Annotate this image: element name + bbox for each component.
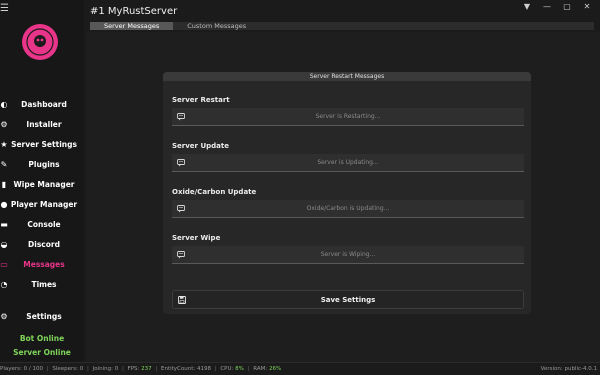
oxide-carbon-update-input-row	[172, 200, 524, 218]
sidebar-item-player-manager[interactable]: ● Player Manager	[0, 194, 84, 214]
sidebar-item-label: Installer	[26, 119, 62, 129]
sidebar-item-console[interactable]: ▬ Console	[0, 214, 84, 234]
sleepers-value: 0	[79, 366, 84, 372]
sidebar-item-label: Console	[27, 219, 61, 229]
fps-value: 237	[141, 366, 152, 372]
messages-icon: ▭	[0, 259, 8, 269]
sidebar-item-label: Wipe Manager	[13, 179, 75, 189]
tab-custom-messages[interactable]: Custom Messages	[173, 22, 260, 30]
sidebar: ☰ ◐ Dashboard ⚙ Installer ★ Server Setti…	[0, 0, 84, 362]
gear-icon: ⚙	[0, 311, 8, 321]
status-bar: Players: 0 / 100 | Sleepers: 0 | Joining…	[0, 362, 600, 375]
bot-status: Bot Online	[19, 334, 65, 343]
ram-value: 26%	[268, 366, 282, 372]
separator: |	[247, 366, 250, 372]
separator: |	[214, 366, 217, 372]
joining-label: Joining:	[92, 366, 113, 372]
sidebar-item-label: Dashboard	[21, 99, 67, 109]
sidebar-bottom: ⚙ Settings	[0, 306, 84, 326]
wipe-icon: ▮	[1, 179, 7, 189]
floppy-disk-icon	[177, 295, 187, 305]
message-icon	[176, 250, 186, 260]
version-text: Version: public-4.0.1	[540, 366, 597, 372]
entity-count-value: 4198	[196, 366, 211, 372]
entity-count-label: EntityCount:	[160, 366, 196, 372]
sidebar-item-label: Times	[31, 279, 57, 289]
server-status: Server Online	[13, 348, 71, 357]
sidebar-item-label: Messages	[23, 259, 65, 269]
ram-label: RAM:	[253, 366, 268, 372]
message-icon	[176, 112, 186, 122]
cpu-label: CPU:	[220, 366, 234, 372]
players-value: 0 / 100	[23, 366, 43, 372]
maximize-icon[interactable]: ▢	[562, 2, 572, 12]
server-restart-input-row	[172, 108, 524, 126]
sidebar-item-server-settings[interactable]: ★ Server Settings	[0, 134, 84, 154]
sidebar-item-label: Server Settings	[11, 139, 77, 149]
clock-icon: ◔	[0, 279, 8, 289]
minimize-icon[interactable]: —	[542, 2, 552, 12]
save-settings-button[interactable]: Save Settings	[172, 290, 524, 309]
installer-icon: ⚙	[0, 119, 8, 129]
separator: |	[155, 366, 158, 372]
logo-skull-icon	[26, 28, 54, 56]
joining-value: 0	[114, 366, 119, 372]
sidebar-nav: ◐ Dashboard ⚙ Installer ★ Server Setting…	[0, 94, 84, 294]
sleepers-label: Sleepers:	[52, 366, 78, 372]
sidebar-item-messages[interactable]: ▭ Messages	[0, 254, 84, 274]
discord-icon: ◒	[0, 239, 8, 249]
sidebar-item-label: Discord	[28, 239, 60, 249]
dashboard-icon: ◐	[0, 99, 8, 109]
sidebar-item-label: Plugins	[28, 159, 60, 169]
sidebar-item-discord[interactable]: ◒ Discord	[0, 234, 84, 254]
message-icon	[176, 158, 186, 168]
sidebar-item-installer[interactable]: ⚙ Installer	[0, 114, 84, 134]
separator: |	[121, 366, 124, 372]
server-update-field[interactable]	[186, 159, 524, 166]
panel-title: Server Restart Messages	[163, 72, 531, 81]
fps-label: FPS:	[127, 366, 140, 372]
separator: |	[86, 366, 89, 372]
close-icon[interactable]: ✕	[582, 2, 592, 12]
server-wipe-input-row	[172, 246, 524, 264]
window-controls: ▼ — ▢ ✕	[522, 2, 592, 12]
field-label-server-wipe: Server Wipe	[172, 234, 221, 242]
server-wipe-field[interactable]	[186, 251, 524, 258]
cpu-value: 8%	[235, 366, 244, 372]
server-update-input-row	[172, 154, 524, 172]
app-logo	[22, 24, 58, 60]
sidebar-item-label: Player Manager	[10, 199, 78, 209]
field-label-oxide-carbon-update: Oxide/Carbon Update	[172, 188, 257, 196]
sidebar-item-plugins[interactable]: ✎ Plugins	[0, 154, 84, 174]
dropdown-icon[interactable]: ▼	[522, 2, 532, 12]
sidebar-item-dashboard[interactable]: ◐ Dashboard	[0, 94, 84, 114]
message-icon	[176, 204, 186, 214]
console-icon: ▬	[0, 219, 8, 229]
separator: |	[46, 366, 49, 372]
players-label: Players:	[0, 366, 22, 372]
tab-bar: Server Messages Custom Messages	[90, 22, 594, 30]
player-icon: ●	[0, 199, 8, 209]
server-stats: Players: 0 / 100 | Sleepers: 0 | Joining…	[0, 363, 281, 375]
sidebar-item-settings[interactable]: ⚙ Settings	[0, 306, 84, 326]
field-label-server-restart: Server Restart	[172, 96, 230, 104]
field-label-server-update: Server Update	[172, 142, 229, 150]
server-restart-field[interactable]	[186, 113, 524, 120]
sidebar-item-wipe-manager[interactable]: ▮ Wipe Manager	[0, 174, 84, 194]
plugins-icon: ✎	[0, 159, 8, 169]
sidebar-item-label: Settings	[26, 311, 62, 321]
sidebar-item-times[interactable]: ◔ Times	[0, 274, 84, 294]
hamburger-menu-icon[interactable]: ☰	[0, 4, 10, 14]
tab-server-messages[interactable]: Server Messages	[90, 22, 174, 30]
window-title: #1 MyRustServer	[90, 6, 178, 17]
settings-icon: ★	[0, 139, 8, 149]
server-restart-messages-panel: Server Restart Messages Server Restart S…	[163, 72, 531, 314]
oxide-carbon-update-field[interactable]	[186, 205, 524, 212]
save-settings-label: Save Settings	[320, 295, 376, 304]
